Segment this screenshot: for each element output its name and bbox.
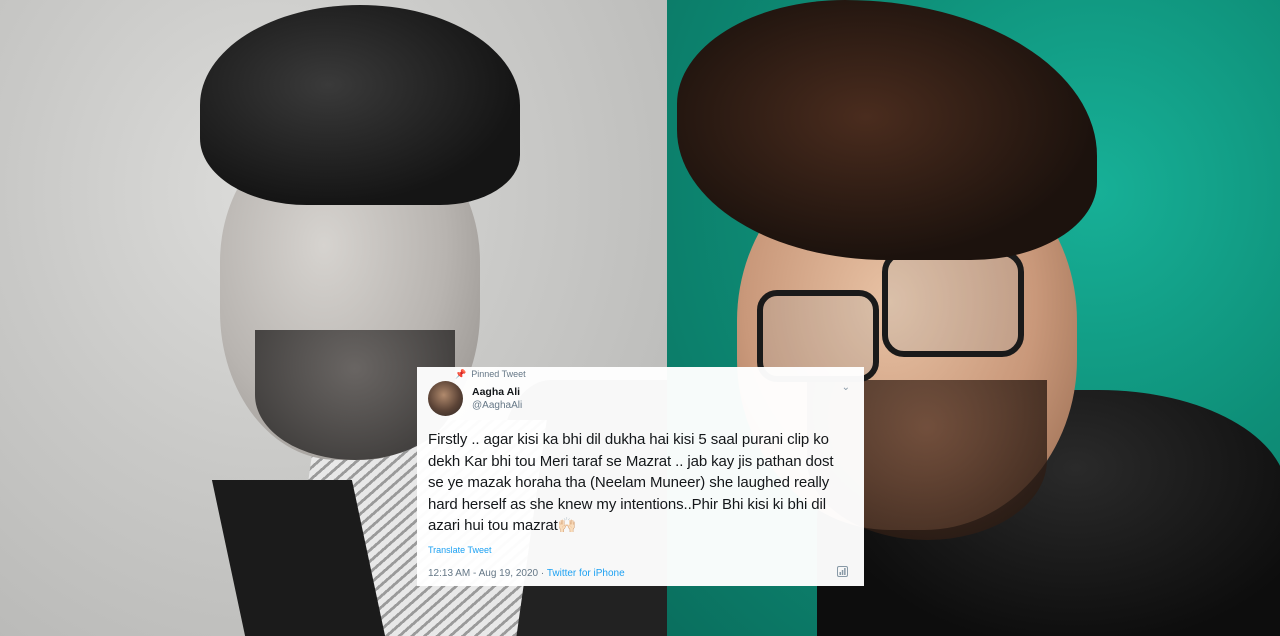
translate-tweet-link[interactable]: Translate Tweet: [428, 545, 492, 555]
chevron-down-icon[interactable]: ⌄: [842, 382, 850, 393]
author-handle[interactable]: @AaghaAli: [472, 400, 522, 411]
pinned-indicator: 📌 Pinned Tweet: [455, 369, 526, 379]
timestamp[interactable]: 12:13 AM - Aug 19, 2020: [428, 568, 538, 579]
glasses-right-lens: [882, 250, 1024, 357]
pinned-label: Pinned Tweet: [471, 369, 526, 379]
tweet-source[interactable]: Twitter for iPhone: [547, 568, 625, 579]
pin-icon: 📌: [455, 368, 467, 379]
author-name[interactable]: Aagha Ali: [472, 386, 520, 398]
hair: [200, 5, 520, 205]
tweet-text: Firstly .. agar kisi ka bhi dil dukha ha…: [428, 431, 834, 534]
hair: [677, 0, 1097, 260]
meta-separator: ·: [538, 568, 547, 579]
tweet-card[interactable]: 📌 Pinned Tweet Aagha Ali @AaghaAli ⌄ Fir…: [417, 367, 864, 586]
analytics-icon[interactable]: [837, 566, 848, 577]
tweet-meta: 12:13 AM - Aug 19, 2020 · Twitter for iP…: [428, 568, 625, 579]
avatar[interactable]: [428, 381, 463, 416]
